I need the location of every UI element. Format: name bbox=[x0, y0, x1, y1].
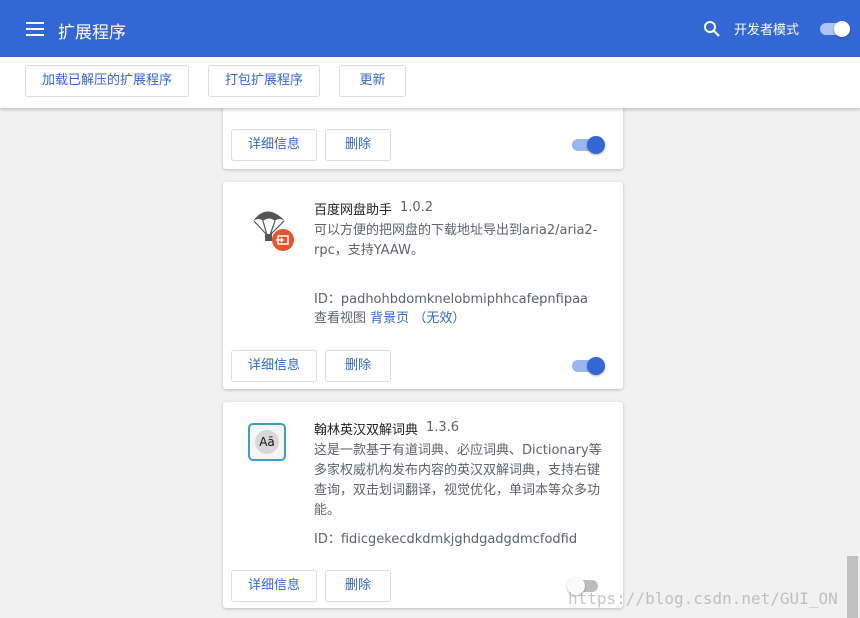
extension-enable-toggle[interactable] bbox=[571, 357, 605, 375]
extension-description: 可以方便的把网盘的下载地址导出到aria2/aria2-rpc，支持YAAW。 bbox=[314, 223, 598, 258]
extension-name: 翰林英汉双解词典 bbox=[314, 423, 419, 438]
inspect-views-label: 查看视图 bbox=[314, 311, 367, 326]
inspect-views: 查看视图 背景页 （无效） bbox=[314, 307, 465, 326]
update-button[interactable]: 更新 bbox=[339, 65, 406, 97]
developer-mode-toggle[interactable] bbox=[818, 21, 850, 37]
background-page-link[interactable]: 背景页 bbox=[370, 311, 409, 326]
remove-button[interactable]: 删除 bbox=[325, 129, 391, 161]
developer-mode-label: 开发者模式 bbox=[734, 23, 800, 38]
top-app-bar: 扩展程序 开发者模式 bbox=[0, 0, 860, 57]
extension-id: ID：padhohbdomknelobmiphhcafepnfipaa bbox=[314, 292, 589, 307]
dictionary-icon-text: Aā bbox=[255, 430, 279, 454]
page-title: 扩展程序 bbox=[58, 23, 126, 43]
baidu-pan-icon bbox=[253, 211, 294, 251]
scrollbar-thumb[interactable] bbox=[847, 556, 858, 618]
extension-card: 百度网盘助手 1.0.2 可以方便的把网盘的下载地址导出到aria2/aria2… bbox=[223, 182, 623, 389]
dictionary-icon: Aā bbox=[248, 423, 286, 461]
dev-toolbar: 加载已解压的扩展程序 打包扩展程序 更新 bbox=[0, 57, 860, 108]
menu-icon[interactable] bbox=[26, 22, 44, 36]
remove-button[interactable]: 删除 bbox=[325, 350, 391, 382]
search-icon[interactable] bbox=[703, 20, 721, 38]
extension-description: 这是一款基于有道词典、必应词典、Dictionary等多家权威机构发布内容的英汉… bbox=[314, 443, 602, 518]
load-unpacked-button[interactable]: 加载已解压的扩展程序 bbox=[25, 65, 189, 97]
details-button[interactable]: 详细信息 bbox=[231, 129, 317, 161]
details-button[interactable]: 详细信息 bbox=[231, 570, 317, 602]
details-button[interactable]: 详细信息 bbox=[231, 350, 317, 382]
remove-button[interactable]: 删除 bbox=[325, 570, 391, 602]
extension-name: 百度网盘助手 bbox=[314, 203, 393, 218]
extension-card: 详细信息 删除 bbox=[223, 100, 623, 169]
extension-enable-toggle[interactable] bbox=[571, 136, 605, 154]
extension-version: 1.3.6 bbox=[426, 420, 460, 435]
scrollbar-track[interactable] bbox=[845, 108, 860, 618]
watermark-text: https://blog.csdn.net/GUI_ON bbox=[568, 589, 838, 608]
extension-card: Aā 翰林英汉双解词典 1.3.6 这是一款基于有道词典、必应词典、Dictio… bbox=[223, 402, 623, 608]
pack-extension-button[interactable]: 打包扩展程序 bbox=[208, 65, 320, 97]
extension-id: ID：fidicgekecdkdmkjghdgadgdmcfodfid bbox=[314, 532, 578, 547]
background-page-status[interactable]: （无效） bbox=[413, 311, 465, 326]
extension-version: 1.0.2 bbox=[400, 200, 434, 215]
